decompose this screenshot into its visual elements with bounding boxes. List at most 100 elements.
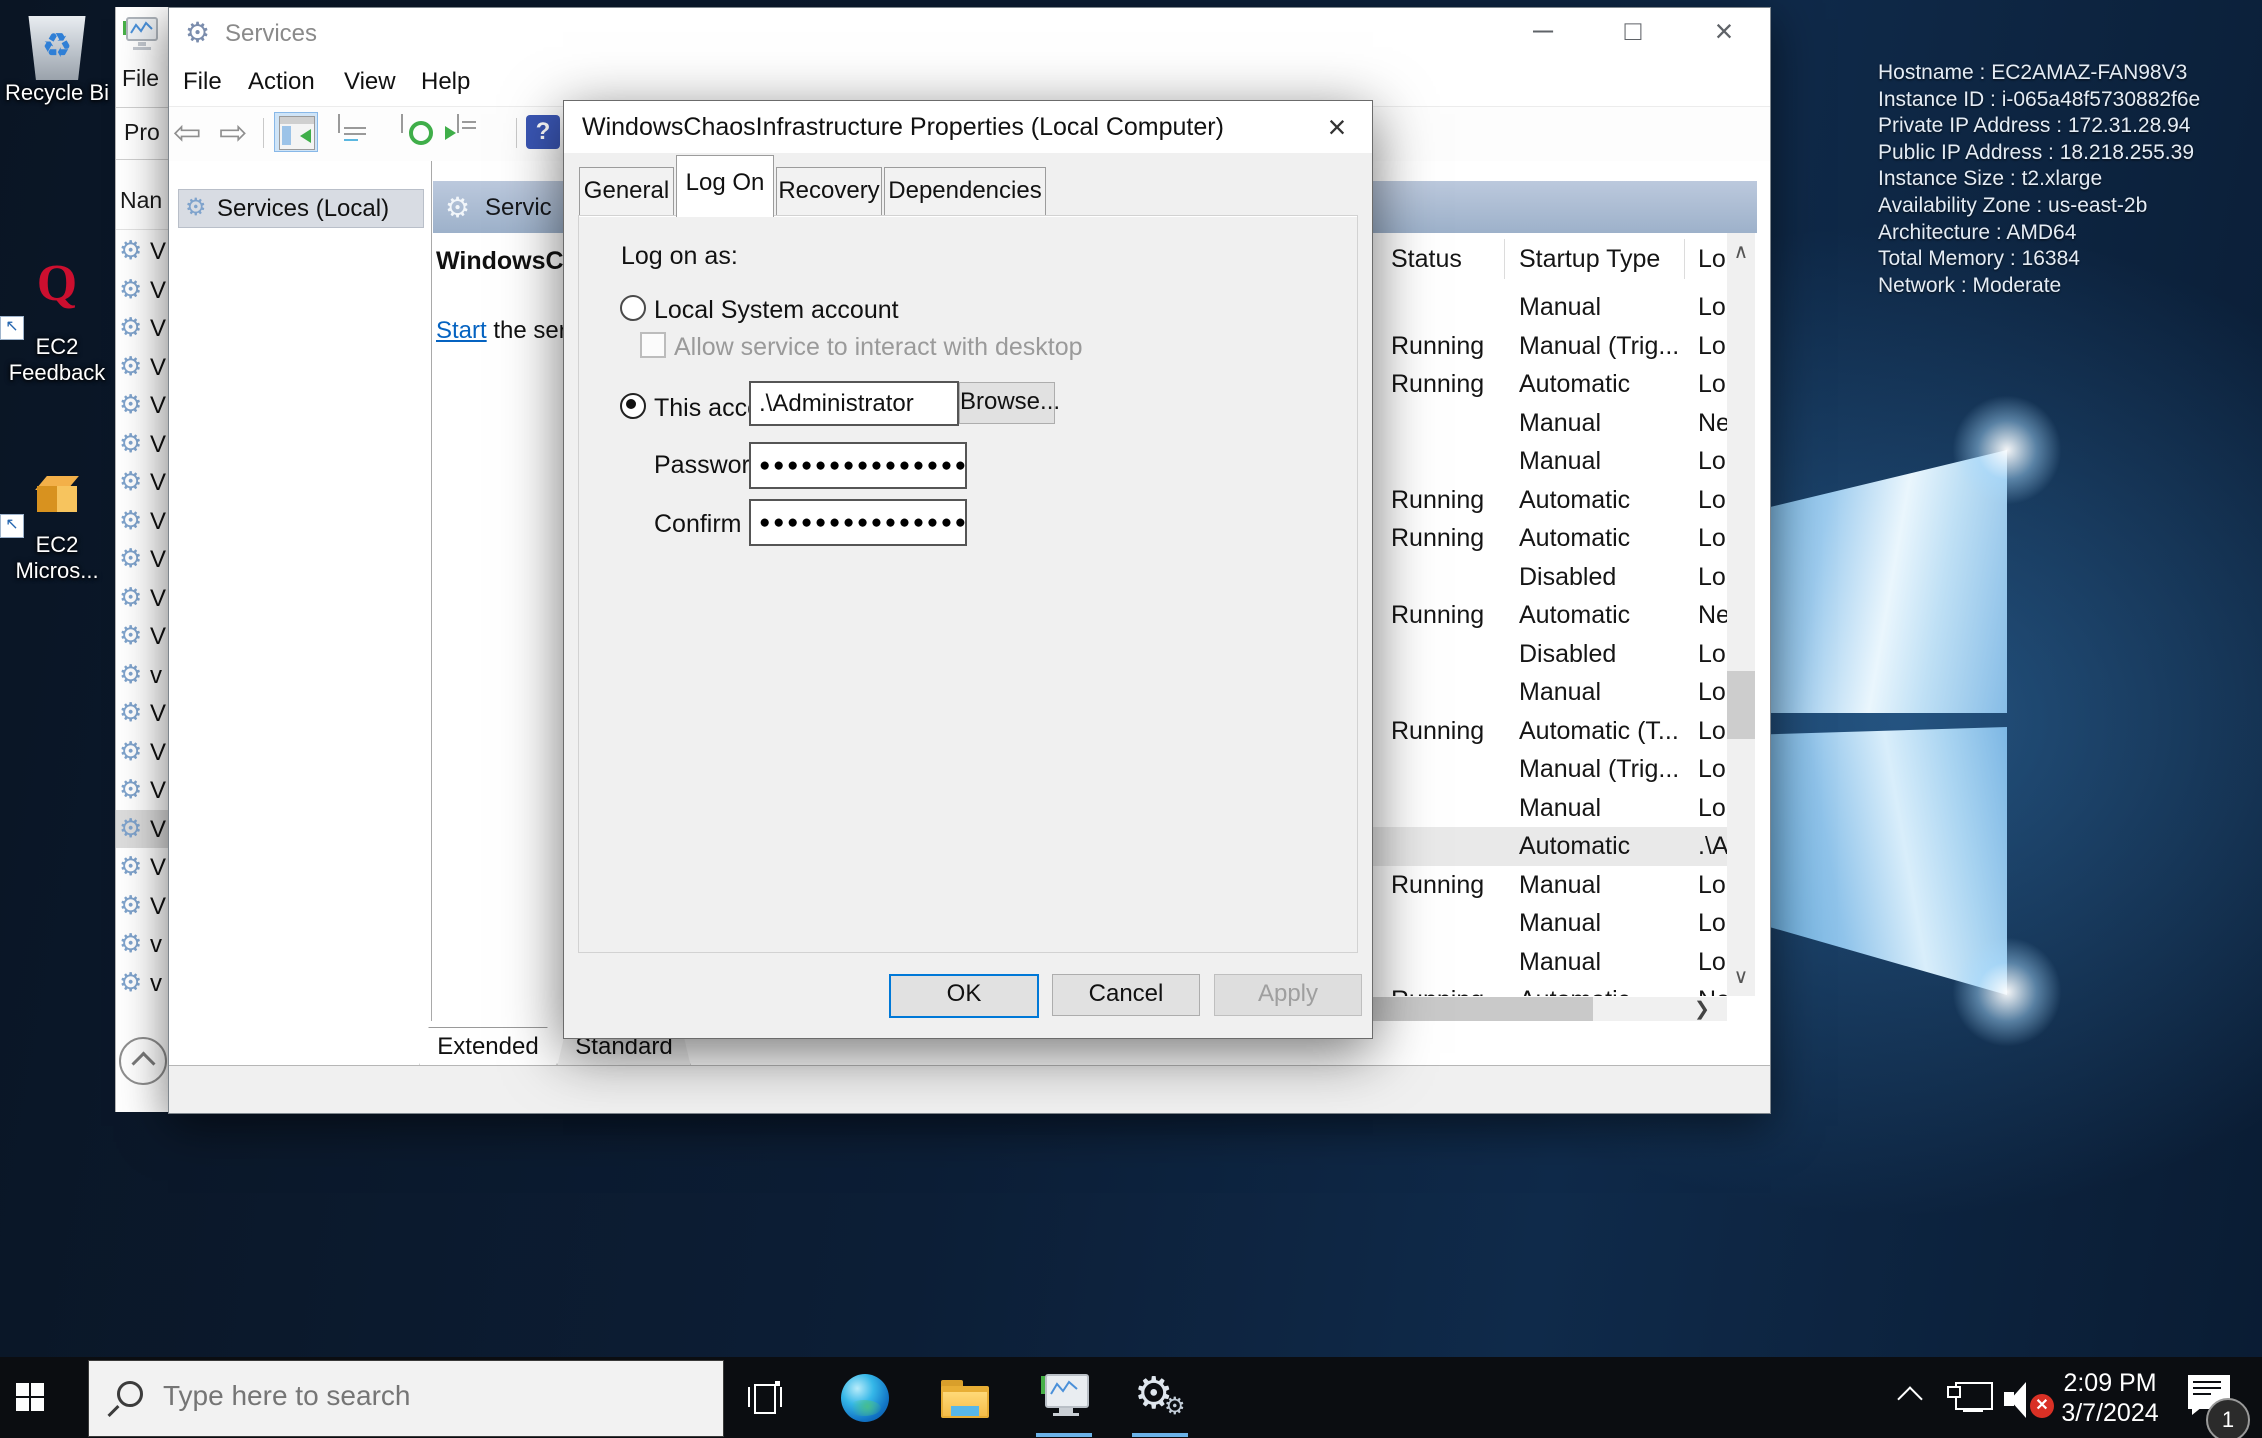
start-service-link[interactable]: Start: [436, 317, 487, 344]
services-taskbar-icon[interactable]: ⚙⚙: [1134, 1368, 1190, 1424]
service-row[interactable]: ManualLo: [1372, 943, 1727, 982]
console-tree-toggle-button[interactable]: [274, 112, 318, 152]
taskbar-clock[interactable]: 2:09 PM 3/7/2024: [2058, 1368, 2162, 1428]
background-service-row[interactable]: ⚙V: [116, 502, 169, 541]
tree-item-services-local[interactable]: ⚙ Services (Local): [178, 189, 424, 228]
background-service-row[interactable]: ⚙V: [116, 733, 169, 772]
search-input[interactable]: [161, 1379, 685, 1413]
taskbar-search[interactable]: [88, 1360, 724, 1437]
service-row[interactable]: RunningAutomatic (T...Lo: [1372, 712, 1727, 751]
menu-view[interactable]: View: [344, 68, 396, 96]
service-row[interactable]: DisabledLo: [1372, 558, 1727, 597]
service-row[interactable]: ManualNe: [1372, 404, 1727, 443]
interact-desktop-checkbox[interactable]: [640, 332, 666, 358]
scroll-up-circle-button[interactable]: [119, 1037, 167, 1085]
forward-arrow-icon[interactable]: ⇨: [219, 115, 248, 151]
background-service-row[interactable]: ⚙V: [116, 694, 169, 733]
minimize-button[interactable]: ─: [1511, 8, 1575, 56]
service-row[interactable]: ManualLo: [1372, 442, 1727, 481]
background-service-row[interactable]: ⚙V: [116, 463, 169, 502]
service-row[interactable]: RunningAutomaticNe: [1372, 981, 1727, 996]
service-row[interactable]: ManualLo: [1372, 673, 1727, 712]
properties-icon[interactable]: [338, 114, 340, 133]
vertical-scrollbar[interactable]: ∧ ∨: [1727, 233, 1755, 996]
background-service-row[interactable]: ⚙V: [116, 271, 169, 310]
scroll-right-icon[interactable]: ❯: [1694, 998, 1710, 1021]
service-row[interactable]: ManualLo: [1372, 789, 1727, 828]
service-row[interactable]: RunningAutomaticNe: [1372, 596, 1727, 635]
background-service-row[interactable]: ⚙V: [116, 887, 169, 926]
dialog-titlebar[interactable]: WindowsChaosInfrastructure Properties (L…: [564, 101, 1372, 153]
background-service-row[interactable]: ⚙v: [116, 656, 169, 695]
menu-help[interactable]: Help: [421, 68, 470, 96]
task-view-button[interactable]: [748, 1381, 782, 1415]
this-account-radio[interactable]: [620, 393, 646, 419]
background-service-row[interactable]: ⚙V: [116, 579, 169, 618]
apply-button[interactable]: Apply: [1214, 974, 1362, 1016]
monitor-app-taskbar-icon[interactable]: [1041, 1372, 1089, 1420]
background-service-row[interactable]: ⚙v: [116, 964, 169, 1003]
service-row[interactable]: RunningAutomaticLo: [1372, 481, 1727, 520]
service-row[interactable]: RunningAutomaticLo: [1372, 365, 1727, 404]
service-row[interactable]: ManualLo: [1372, 288, 1727, 327]
service-row[interactable]: RunningAutomaticLo: [1372, 519, 1727, 558]
dialog-close-icon[interactable]: ×: [1310, 105, 1364, 149]
account-input[interactable]: [749, 381, 959, 426]
column-status[interactable]: Status: [1391, 245, 1462, 274]
local-system-radio[interactable]: [620, 295, 646, 321]
background-service-row[interactable]: ⚙V: [116, 309, 169, 348]
background-window-name-column[interactable]: Nan: [120, 187, 162, 214]
background-service-row[interactable]: ⚙V: [116, 617, 169, 656]
close-button[interactable]: ×: [1692, 8, 1756, 56]
confirm-password-input[interactable]: ●●●●●●●●●●●●●●●: [749, 499, 967, 546]
back-arrow-icon[interactable]: ⇦: [173, 115, 202, 151]
background-service-row[interactable]: ⚙V: [116, 386, 169, 425]
tab-general[interactable]: General: [579, 167, 674, 216]
export-list-icon[interactable]: [457, 114, 459, 133]
column-startup-type[interactable]: Startup Type: [1519, 245, 1660, 274]
password-input[interactable]: ●●●●●●●●●●●●●●●: [749, 442, 967, 489]
service-row[interactable]: RunningManualLo: [1372, 866, 1727, 905]
help-icon[interactable]: ?: [526, 115, 560, 149]
background-window-pro-button[interactable]: Pro: [124, 119, 160, 146]
services-titlebar[interactable]: ⚙ Services ─ □ ×: [169, 8, 1770, 58]
tab-dependencies[interactable]: Dependencies: [884, 167, 1046, 216]
background-service-row[interactable]: ⚙v: [116, 925, 169, 964]
menu-file[interactable]: File: [183, 68, 222, 96]
scroll-down-icon[interactable]: ∨: [1727, 958, 1755, 996]
service-row[interactable]: Automatic.\A: [1372, 827, 1727, 866]
scroll-up-icon[interactable]: ∧: [1727, 233, 1755, 271]
vertical-scroll-thumb[interactable]: [1727, 671, 1755, 739]
background-service-row[interactable]: ⚙V: [116, 425, 169, 464]
background-service-row[interactable]: ⚙V: [116, 232, 169, 271]
horizontal-scroll-thumb[interactable]: [1372, 997, 1593, 1022]
file-explorer-icon[interactable]: [941, 1380, 989, 1418]
desktop-icon-recycle-bin[interactable]: ♻ Recycle Bi: [2, 16, 112, 106]
service-row[interactable]: RunningManual (Trig...Lo: [1372, 327, 1727, 366]
desktop-icon-ec2-feedback[interactable]: Q ↖ EC2 Feedback: [2, 258, 112, 386]
start-button[interactable]: [0, 1357, 64, 1438]
background-service-row[interactable]: ⚙V: [116, 348, 169, 387]
maximize-button[interactable]: □: [1601, 8, 1665, 56]
network-icon[interactable]: [1947, 1382, 1991, 1414]
background-service-row[interactable]: ⚙V: [116, 771, 169, 810]
ok-button[interactable]: OK: [889, 974, 1039, 1018]
service-row[interactable]: Manual (Trig...Lo: [1372, 750, 1727, 789]
browse-button[interactable]: Browse...: [959, 382, 1055, 424]
edge-browser-icon[interactable]: [841, 1374, 889, 1422]
background-window-file-menu[interactable]: File: [122, 65, 159, 92]
service-row[interactable]: ManualLo: [1372, 904, 1727, 943]
background-service-row[interactable]: ⚙V: [116, 540, 169, 579]
background-service-row[interactable]: ⚙V: [116, 810, 169, 849]
refresh-icon[interactable]: [401, 114, 403, 133]
menu-action[interactable]: Action: [248, 68, 315, 96]
background-service-row[interactable]: ⚙V: [116, 848, 169, 887]
column-logon[interactable]: Lo: [1698, 245, 1726, 274]
desktop-icon-ec2-micro[interactable]: ↖ EC2 Micros...: [2, 476, 112, 584]
tab-log-on[interactable]: Log On: [676, 155, 774, 217]
tab-recovery[interactable]: Recovery: [776, 167, 882, 216]
cancel-button[interactable]: Cancel: [1052, 974, 1200, 1016]
volume-muted-icon[interactable]: ✕: [2004, 1382, 2056, 1418]
horizontal-scrollbar[interactable]: ❯: [1372, 997, 1727, 1022]
service-row[interactable]: DisabledLo: [1372, 635, 1727, 674]
